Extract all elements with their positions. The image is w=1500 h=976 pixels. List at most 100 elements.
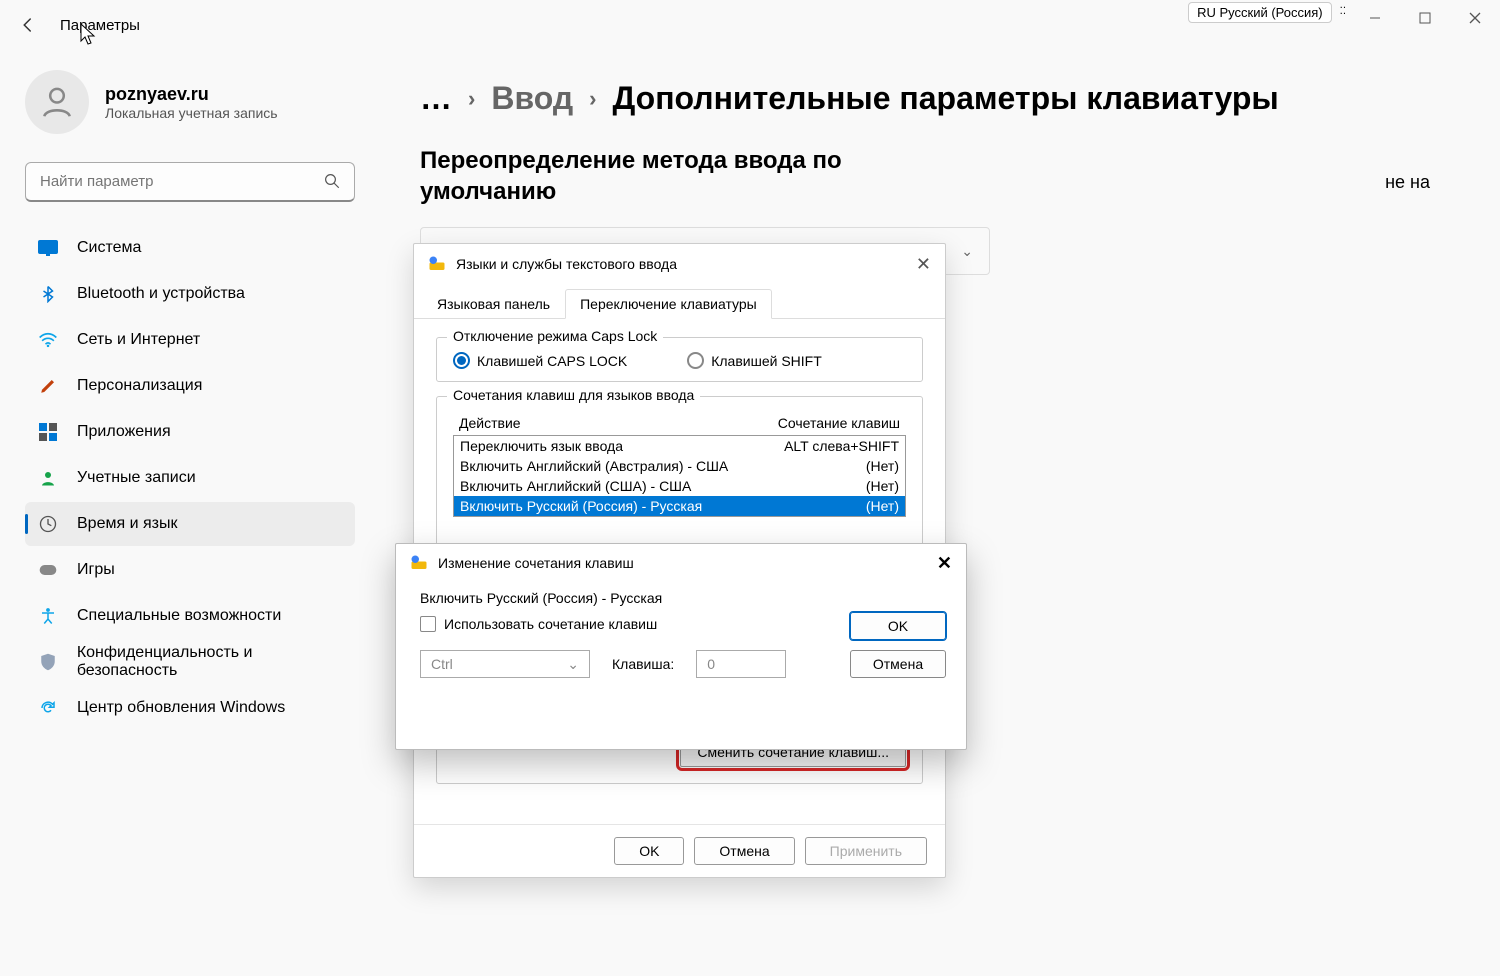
truncated-text: не на [1385,172,1430,193]
apps-icon [37,421,59,443]
brush-icon [37,375,59,397]
maximize-button[interactable] [1400,0,1450,36]
modifier-dropdown[interactable]: Ctrl ⌄ [420,650,590,678]
row-keys: ALT слева+SHIFT [784,438,899,454]
radio-label: Клавишей SHIFT [711,353,822,369]
minimize-button[interactable] [1350,0,1400,36]
arrow-left-icon [19,16,37,34]
key-dropdown[interactable]: 0 [696,650,786,678]
wifi-icon [37,329,59,351]
ok-button[interactable]: OK [850,612,946,640]
nav-network[interactable]: Сеть и Интернет [25,318,355,362]
nav-accessibility[interactable]: Специальные возможности [25,594,355,638]
dropdown-value: Ctrl [431,656,453,672]
nav-gaming[interactable]: Игры [25,548,355,592]
language-line: Включить Русский (Россия) - Русская [420,590,942,606]
nav-system[interactable]: Система [25,226,355,270]
chevron-right-icon: › [468,86,475,112]
nav-label: Специальные возможности [77,607,281,625]
row-action: Включить Английский (Австралия) - США [460,458,866,474]
tab-language-bar[interactable]: Языковая панель [422,289,565,319]
checkbox-label: Использовать сочетание клавиш [444,616,657,632]
section-heading: Переопределение метода ввода по умолчани… [420,145,920,207]
ok-button[interactable]: OK [614,837,684,865]
avatar [25,70,89,134]
nav-privacy[interactable]: Конфиденциальность и безопасность [25,640,355,684]
apply-button[interactable]: Применить [805,837,927,865]
breadcrumb: … › Ввод › Дополнительные параметры клав… [420,80,1500,117]
breadcrumb-current: Дополнительные параметры клавиатуры [612,80,1278,117]
update-icon [37,697,59,719]
row-action: Включить Английский (США) - США [460,478,866,494]
group-hotkeys-legend: Сочетания клавиш для языков ввода [447,387,700,403]
nav-bluetooth[interactable]: Bluetooth и устройства [25,272,355,316]
nav-label: Учетные записи [77,469,196,487]
tab-keyboard-switching[interactable]: Переключение клавиатуры [565,289,772,319]
list-row[interactable]: Включить Русский (Россия) - Русская(Нет) [454,496,905,516]
row-keys: (Нет) [866,498,899,514]
close-icon[interactable]: ✕ [937,553,952,574]
header-keys: Сочетание клавиш [778,415,900,431]
list-row[interactable]: Включить Английский (Австралия) - США(Не… [454,456,905,476]
chevron-down-icon: ⌄ [961,243,973,260]
account-icon [37,467,59,489]
control-dots-icon: ⁚⁚ [1340,6,1346,17]
chevron-right-icon: › [589,86,596,112]
user-block[interactable]: poznyaev.ru Локальная учетная запись [25,70,355,134]
nav-label: Время и язык [77,515,177,533]
user-name: poznyaev.ru [105,84,278,105]
key-label: Клавиша: [612,656,674,672]
close-icon[interactable]: ✕ [916,254,931,275]
clock-globe-icon [37,513,59,535]
nav-label: Центр обновления Windows [77,699,285,717]
hotkey-list[interactable]: Переключить язык вводаALT слева+SHIFT Вк… [453,435,906,517]
nav-label: Конфиденциальность и безопасность [77,644,355,680]
nav-time-language[interactable]: Время и язык [25,502,355,546]
chevron-down-icon: ⌄ [567,656,579,673]
dialog2-title: Изменение сочетания клавиш [438,555,937,571]
shield-icon [37,651,59,673]
list-row[interactable]: Включить Английский (США) - США(Нет) [454,476,905,496]
nav-label: Приложения [77,423,171,441]
breadcrumb-ellipsis[interactable]: … [420,80,452,117]
group-caps-legend: Отключение режима Caps Lock [447,328,663,344]
back-button[interactable] [8,5,48,45]
bluetooth-icon [37,283,59,305]
change-hotkey-dialog: Изменение сочетания клавиш ✕ Включить Ру… [395,543,967,750]
key-value: 0 [707,656,715,672]
app-title: Параметры [60,17,140,34]
radio-caps-lock[interactable]: Клавишей CAPS LOCK [453,352,627,369]
list-row[interactable]: Переключить язык вводаALT слева+SHIFT [454,436,905,456]
breadcrumb-parent[interactable]: Ввод [491,80,573,117]
nav-label: Персонализация [77,377,202,395]
close-button[interactable] [1450,0,1500,36]
user-role: Локальная учетная запись [105,105,278,121]
nav-update[interactable]: Центр обновления Windows [25,686,355,730]
row-keys: (Нет) [866,458,899,474]
nav-apps[interactable]: Приложения [25,410,355,454]
nav-label: Система [77,239,141,257]
nav-label: Игры [77,561,115,579]
nav-accounts[interactable]: Учетные записи [25,456,355,500]
search-input[interactable] [25,162,355,202]
accessibility-icon [37,605,59,627]
nav-label: Сеть и Интернет [77,331,200,349]
checkbox-icon [420,616,436,632]
dialog-title: Языки и службы текстового ввода [456,256,916,272]
display-icon [37,237,59,259]
radio-shift[interactable]: Клавишей SHIFT [687,352,822,369]
nav-personalization[interactable]: Персонализация [25,364,355,408]
search-icon [323,172,341,195]
gamepad-icon [37,559,59,581]
header-action: Действие [459,415,778,431]
cancel-button[interactable]: Отмена [694,837,794,865]
row-action: Включить Русский (Россия) - Русская [460,498,866,514]
keyboard-globe-icon [428,255,446,273]
language-indicator[interactable]: RU Русский (Россия) [1188,2,1332,23]
cancel-button[interactable]: Отмена [850,650,946,678]
window-controls: RU Русский (Россия) ⁚⁚ [1188,0,1500,36]
nav-label: Bluetooth и устройства [77,285,245,303]
radio-label: Клавишей CAPS LOCK [477,353,627,369]
row-action: Переключить язык ввода [460,438,784,454]
keyboard-globe-icon [410,554,428,572]
